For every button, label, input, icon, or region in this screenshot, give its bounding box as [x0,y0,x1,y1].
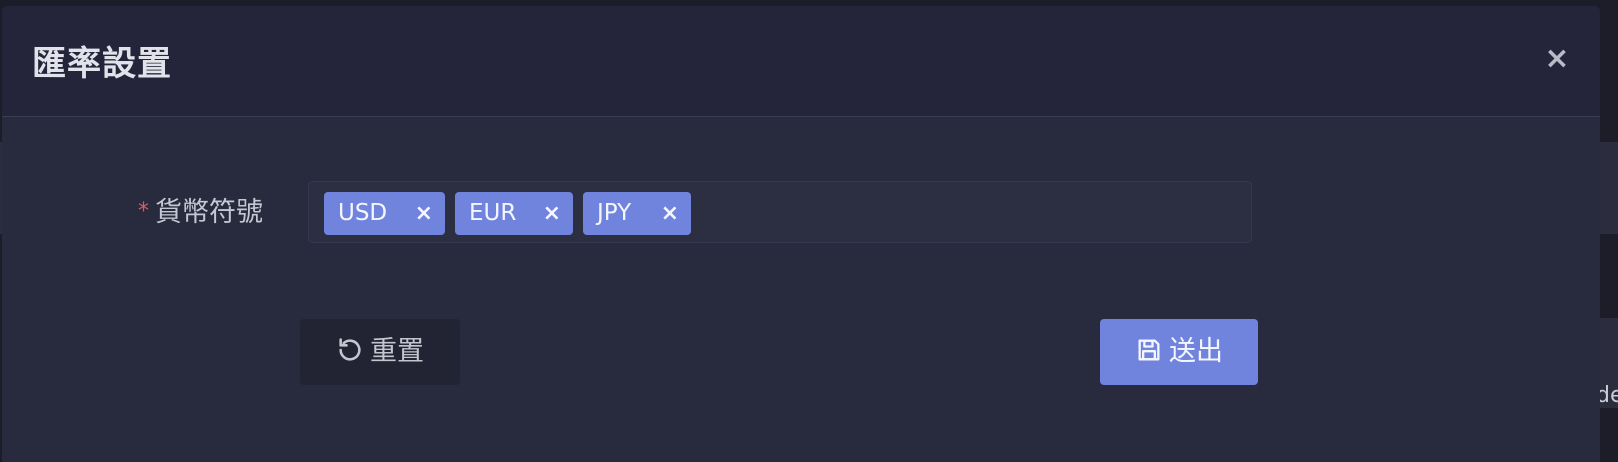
tag-remove-icon[interactable]: × [415,192,433,235]
dialog-header: 匯率設置 × [2,6,1600,117]
currency-label-text: 貨幣符號 [155,197,263,228]
currency-tag: USD × [324,192,445,235]
dialog-title: 匯率設置 [32,44,172,84]
refresh-icon [339,338,361,361]
required-mark: * [138,199,149,224]
save-icon [1138,339,1160,361]
tag-label: EUR [469,200,517,226]
close-button[interactable]: × [1542,44,1572,74]
currency-tags-input[interactable]: USD × EUR × JPY × [308,181,1252,243]
reset-label: 重置 [370,336,424,367]
tag-label: USD [338,200,388,226]
submit-button[interactable]: 送出 [1100,319,1258,385]
tag-label: JPY [597,200,632,226]
currency-tag: EUR × [455,192,573,235]
currency-tag: JPY × [583,192,691,235]
reset-button[interactable]: 重置 [300,319,460,385]
tag-remove-icon[interactable]: × [543,192,561,235]
currency-field-label: * 貨幣符號 [138,190,263,229]
tag-remove-icon[interactable]: × [661,192,679,235]
submit-label: 送出 [1169,336,1223,367]
